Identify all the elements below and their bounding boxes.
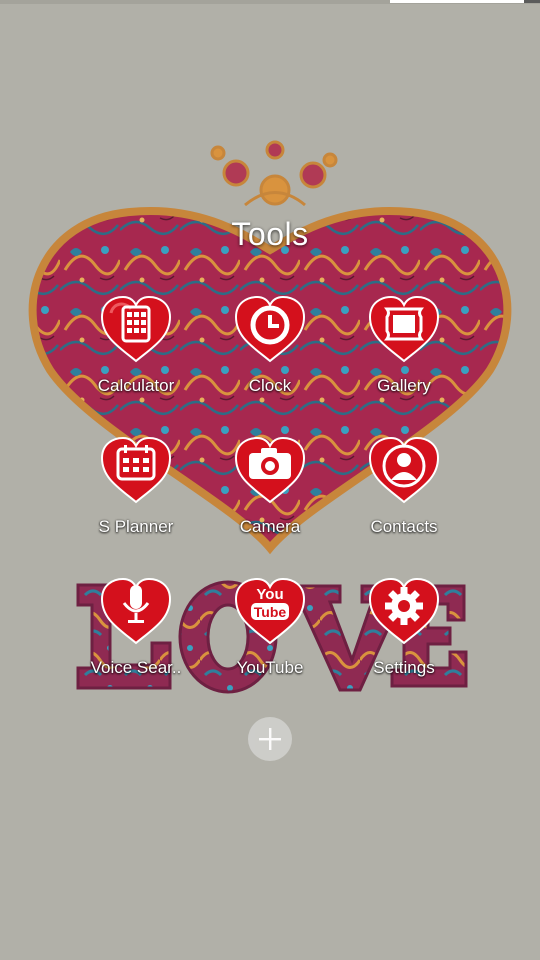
app-contacts[interactable]: Contacts [337, 436, 471, 537]
calendar-icon [99, 436, 173, 506]
youtube-icon-text-top: You [256, 586, 283, 603]
youtube-icon: You Tube [233, 577, 307, 647]
app-label: Voice Sear.. [90, 658, 182, 677]
gear-icon [367, 577, 441, 647]
add-app-button[interactable] [248, 717, 292, 761]
app-label: Gallery [377, 376, 431, 395]
app-settings[interactable]: Settings [337, 577, 471, 678]
folder-title[interactable]: Tools [0, 216, 540, 253]
app-label: Settings [373, 658, 435, 677]
plus-icon [259, 728, 281, 750]
clock-icon [233, 295, 307, 365]
contacts-icon [367, 436, 441, 506]
app-youtube[interactable]: You Tube YouTube [203, 577, 337, 678]
app-calculator[interactable]: Calculator [69, 295, 203, 396]
app-camera[interactable]: Camera [203, 436, 337, 537]
app-s-planner[interactable]: S Planner [69, 436, 203, 537]
app-clock[interactable]: Clock [203, 295, 337, 396]
app-label: YouTube [236, 658, 304, 677]
microphone-icon [99, 577, 173, 647]
app-label: Camera [239, 517, 301, 536]
app-voice-search[interactable]: Voice Sear.. [69, 577, 203, 678]
app-label: Clock [248, 376, 292, 395]
gallery-icon [367, 295, 441, 365]
youtube-icon-text-bottom: Tube [254, 604, 287, 620]
app-label: Calculator [97, 376, 175, 395]
app-label: S Planner [98, 517, 174, 536]
calculator-icon [99, 295, 173, 365]
app-gallery[interactable]: Gallery [337, 295, 471, 396]
app-label: Contacts [370, 517, 438, 536]
camera-icon [233, 436, 307, 506]
